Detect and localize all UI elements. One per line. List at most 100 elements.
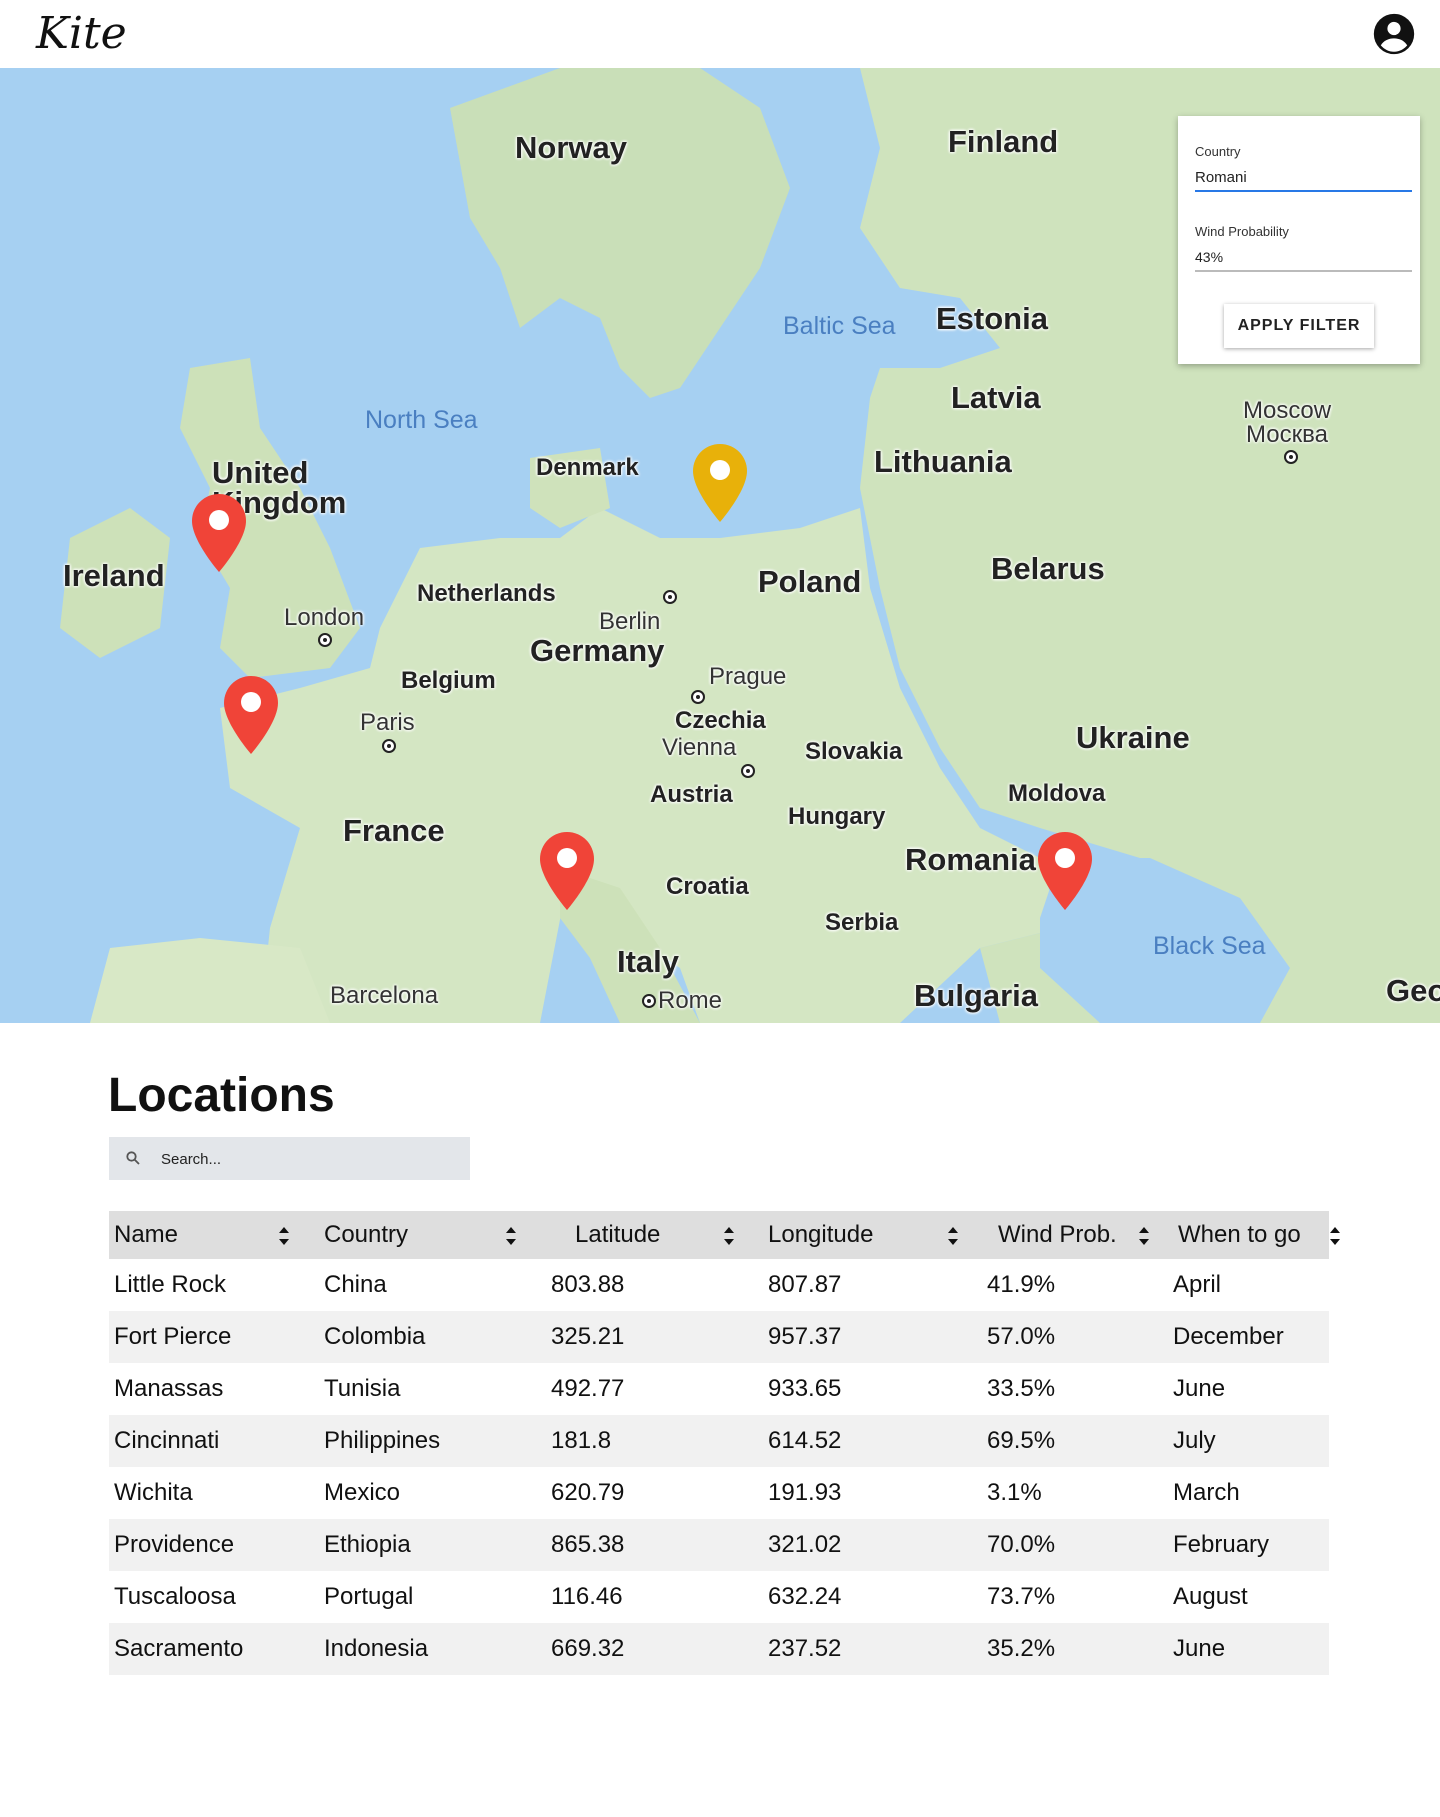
locations-table: Name Country Latitude Longitude Wind Pro… [109,1211,1340,1675]
map-pin-marker[interactable] [538,830,596,912]
cell-wind-prob: 41.9% [987,1271,1056,1298]
label-finland: Finland [948,124,1059,159]
sort-icon[interactable] [722,1224,736,1248]
cell-when-to-go: June [1168,1623,1329,1675]
map-pin-marker-selected[interactable] [691,442,749,524]
label-czechia: Czechia [675,707,766,734]
column-header-longitude[interactable]: Longitude [763,1211,982,1259]
cell-latitude: 803.88 [551,1271,625,1298]
map-pin-marker[interactable] [190,492,248,574]
cell-name: Little Rock [114,1271,227,1298]
table-row[interactable]: Wichita Mexico 620.79 191.93 3.1% March [109,1467,1329,1519]
wind-probability-label: Wind Probability [1195,224,1289,239]
label-moldova: Moldova [1008,780,1106,807]
cell-wind-prob: 73.7% [987,1583,1056,1610]
label-hungary: Hungary [788,803,886,830]
app-logo[interactable]: Kite [36,8,127,59]
label-prague: Prague [709,663,787,690]
label-serbia: Serbia [825,909,899,936]
map-pin-marker[interactable] [1036,830,1094,912]
cell-longitude: 933.65 [768,1375,842,1402]
cell-wind-prob: 70.0% [982,1519,1168,1571]
table-row[interactable]: Tuscaloosa Portugal 116.46 632.24 73.7% … [109,1571,1329,1623]
label-france: France [343,813,445,848]
label-vienna: Vienna [662,734,737,761]
map-pin-marker[interactable] [222,674,280,756]
cell-latitude: 181.8 [546,1415,763,1467]
table-row[interactable]: Manassas Tunisia 492.77 933.65 33.5% Jun… [109,1363,1329,1415]
column-header-when-to-go[interactable]: When to go [1168,1211,1340,1259]
city-dot-moscow [1284,450,1298,464]
label-paris: Paris [360,709,415,736]
cell-longitude: 237.52 [763,1623,982,1675]
search-input[interactable] [159,1143,463,1176]
label-belgium: Belgium [401,667,496,694]
cell-country: Ethiopia [319,1519,546,1571]
label-belarus: Belarus [991,551,1105,586]
sort-icon[interactable] [946,1224,960,1248]
city-dot-paris [382,739,396,753]
search-box[interactable] [109,1137,470,1180]
cell-name: Providence [109,1519,319,1571]
account-circle-icon[interactable] [1372,12,1416,56]
label-ukraine: Ukraine [1076,720,1190,755]
cell-when-to-go: December [1168,1311,1329,1363]
cell-latitude: 865.38 [546,1519,763,1571]
label-poland: Poland [758,564,862,599]
cell-wind-prob: 3.1% [987,1479,1042,1506]
apply-filter-button[interactable]: APPLY FILTER [1224,304,1374,348]
cell-wind-prob: 33.5% [987,1375,1056,1402]
city-dot-rome [642,994,656,1008]
label-lithuania: Lithuania [874,444,1012,479]
cell-country: China [324,1271,387,1298]
table-row[interactable]: Sacramento Indonesia 669.32 237.52 35.2%… [109,1623,1329,1675]
city-dot-berlin [663,590,677,604]
cell-longitude: 632.24 [768,1583,842,1610]
label-netherlands: Netherlands [417,580,556,607]
cell-when-to-go: February [1168,1519,1329,1571]
cell-country: Colombia [319,1311,546,1363]
cell-wind-prob: 69.5% [982,1415,1168,1467]
search-icon [126,1151,140,1165]
country-field[interactable] [1195,164,1412,192]
cell-wind-prob: 57.0% [982,1311,1168,1363]
cell-name: Tuscaloosa [114,1583,236,1610]
sort-icon[interactable] [277,1224,291,1248]
sort-icon[interactable] [1137,1224,1151,1248]
label-black-sea: Black Sea [1153,932,1266,960]
table-row[interactable]: Cincinnati Philippines 181.8 614.52 69.5… [109,1415,1329,1467]
cell-latitude: 620.79 [551,1479,625,1506]
label-north-sea: North Sea [365,406,478,434]
label-croatia: Croatia [666,873,749,900]
cell-country: Tunisia [324,1375,401,1402]
column-header-country[interactable]: Country [319,1211,546,1259]
column-header-name[interactable]: Name [109,1211,319,1259]
cell-latitude: 669.32 [546,1623,763,1675]
cell-latitude: 492.77 [551,1375,625,1402]
table-row[interactable]: Little Rock China 803.88 807.87 41.9% Ap… [109,1259,1329,1311]
sort-icon[interactable] [1328,1224,1342,1248]
sort-icon[interactable] [504,1224,518,1248]
table-row[interactable]: Fort Pierce Colombia 325.21 957.37 57.0%… [109,1311,1329,1363]
city-dot-vienna [741,764,755,778]
cell-name: Fort Pierce [109,1311,319,1363]
column-header-latitude[interactable]: Latitude [546,1211,763,1259]
cell-name: Wichita [114,1479,193,1506]
column-header-wind-prob[interactable]: Wind Prob. [982,1211,1168,1259]
label-london: London [284,604,365,631]
cell-latitude: 116.46 [551,1583,623,1610]
table-header-row: Name Country Latitude Longitude Wind Pro… [109,1211,1340,1259]
cell-longitude: 614.52 [763,1415,982,1467]
label-latvia: Latvia [951,380,1041,415]
table-row[interactable]: Providence Ethiopia 865.38 321.02 70.0% … [109,1519,1329,1571]
label-slovakia: Slovakia [805,738,903,765]
cell-country: Philippines [319,1415,546,1467]
wind-probability-field[interactable] [1195,244,1412,272]
cell-name: Sacramento [109,1623,319,1675]
label-geo: Geo [1386,973,1440,1008]
label-berlin: Berlin [599,608,661,635]
cell-when-to-go: March [1173,1479,1240,1506]
cell-country: Portugal [324,1583,414,1610]
cell-when-to-go: June [1173,1375,1226,1402]
label-baltic-sea: Baltic Sea [783,312,896,340]
